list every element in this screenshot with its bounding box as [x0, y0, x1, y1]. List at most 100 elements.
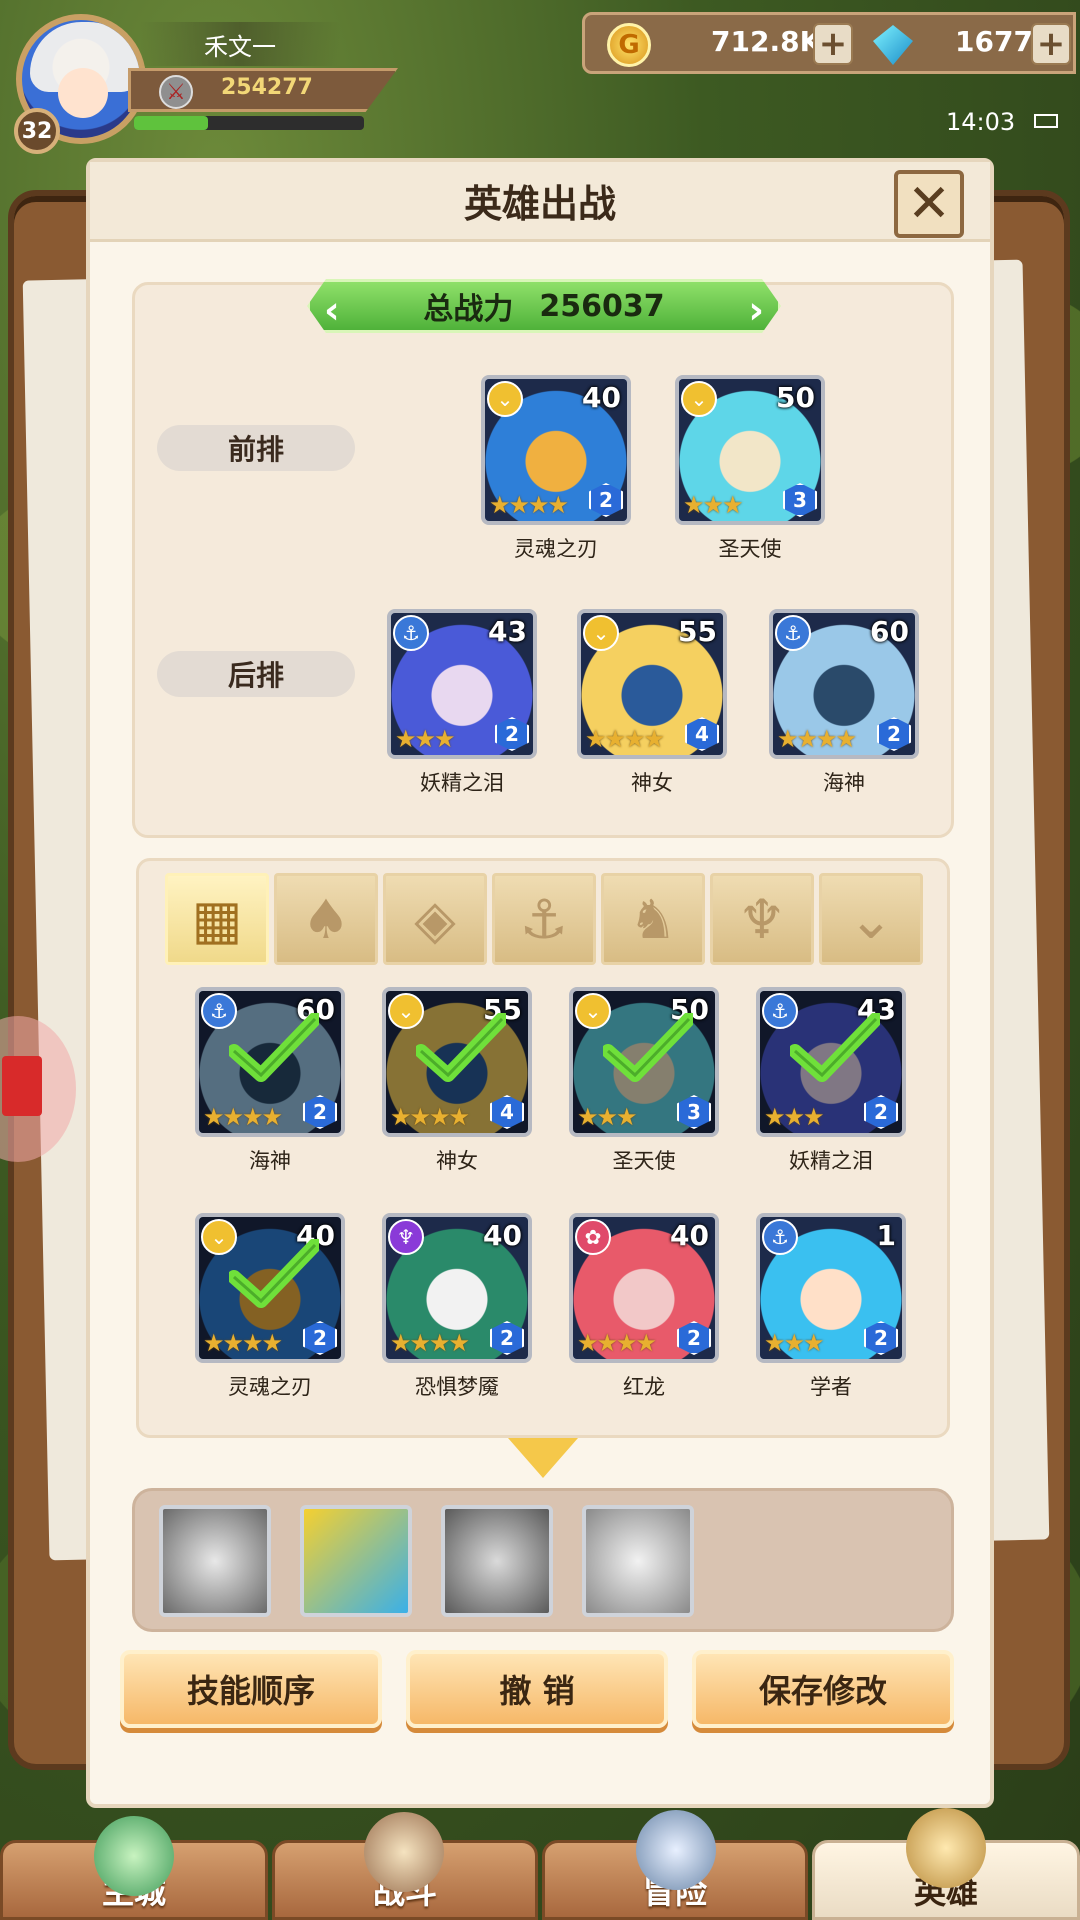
gem-icon — [873, 25, 913, 65]
hero-card[interactable]: ⚓ 60 ★★★★ 2 — [195, 987, 345, 1137]
nature-icon: ♠ — [301, 887, 351, 951]
hero-level: 40 — [670, 1219, 709, 1252]
undo-button[interactable]: 撤 销 — [406, 1650, 668, 1728]
hero-stars: ★★★ — [577, 1103, 638, 1131]
hero-stars: ★★★★ — [390, 1103, 470, 1131]
hero-card[interactable]: ⌄ 50 ★★★ 3 — [569, 987, 719, 1137]
filter-tab-beast[interactable]: ♞ — [601, 873, 705, 965]
hero-card[interactable]: ♆ 40 ★★★★ 2 — [382, 1213, 532, 1363]
hero-roster-panel: ▦ ♠ ◈ ⚓ ♞ ♆ ⌄ ⚓ 60 ★★★★ 2 海神 ⌄ 55 ★★★★ 4 神女 ⌄ 50… — [136, 858, 950, 1438]
hero-name: 灵魂之刃 — [228, 1375, 312, 1399]
anchor-class-icon: ⚓ — [775, 615, 811, 651]
hero-stars: ★★★ — [764, 1329, 825, 1357]
player-level-badge: 32 — [14, 108, 60, 154]
filter-tab-nature[interactable]: ♠ — [274, 873, 378, 965]
skill-order-panel — [132, 1488, 954, 1632]
skill-1-icon[interactable] — [159, 1505, 271, 1617]
hero-level: 40 — [582, 381, 621, 414]
player-name: 禾文一 — [140, 22, 340, 66]
hero-stars: ★★★ — [395, 725, 456, 753]
hero-name: 妖精之泪 — [789, 1149, 873, 1173]
all-icon: ▦ — [191, 887, 243, 951]
diamond-icon: ◈ — [414, 887, 456, 951]
hero-stars: ★★★★ — [585, 725, 665, 753]
hero-name: 海神 — [249, 1149, 291, 1173]
checkmark-icon — [790, 1013, 880, 1082]
hero-stars: ★★★★ — [577, 1329, 657, 1357]
exp-bar-fill — [134, 116, 208, 130]
total-power-banner: ‹ 总战力 256037 › — [307, 279, 781, 333]
hero-stars: ★★★★ — [390, 1329, 470, 1357]
filter-tab-diamond[interactable]: ◈ — [383, 873, 487, 965]
hero-deploy-dialog: 英雄出战 ✕ ‹ 总战力 256037 › 前排 后排 ⌄ 40 ★★★★ 2 灵… — [86, 158, 994, 1808]
shield-class-icon: ⌄ — [681, 381, 717, 417]
front-row-label: 前排 — [157, 425, 355, 471]
crossed-swords-icon: ⚔ — [159, 75, 193, 109]
hero-stars: ★★★ — [764, 1103, 825, 1131]
heroes-helmet-icon — [906, 1808, 986, 1888]
anchor-icon: ⚓ — [519, 887, 569, 951]
horn-icon: ♆ — [737, 887, 787, 951]
total-power-label: 总战力 — [423, 292, 514, 327]
beast-icon: ♞ — [628, 887, 678, 951]
hero-level: 60 — [870, 615, 909, 648]
skill-3-icon[interactable] — [441, 1505, 553, 1617]
formation-panel: ‹ 总战力 256037 › 前排 后排 ⌄ 40 ★★★★ 2 灵魂之刃 ⌄ 5… — [132, 279, 954, 838]
gold-coin-icon: G — [607, 23, 651, 67]
player-power-plate: ⚔ 254277 — [128, 68, 398, 112]
add-gold-button[interactable]: + — [813, 23, 853, 65]
hero-level: 50 — [776, 381, 815, 414]
red-ribbon-icon — [2, 1056, 42, 1116]
hero-name: 神女 — [631, 771, 673, 795]
filter-tab-anchor[interactable]: ⚓ — [492, 873, 596, 965]
hero-card[interactable]: ⚓ 1 ★★★ 2 — [756, 1213, 906, 1363]
hero-card[interactable]: ⚓ 43 ★★★ 2 — [387, 609, 537, 759]
face-icon — [58, 68, 108, 118]
hero-level: 55 — [678, 615, 717, 648]
hero-card[interactable]: ✿ 40 ★★★★ 2 — [569, 1213, 719, 1363]
skill-4-icon[interactable] — [582, 1505, 694, 1617]
shield-class-icon: ⌄ — [487, 381, 523, 417]
chevron-left-icon[interactable]: ‹ — [324, 288, 340, 332]
filter-tab-shield[interactable]: ⌄ — [819, 873, 923, 965]
save-changes-button[interactable]: 保存修改 — [692, 1650, 954, 1728]
flame-class-icon: ✿ — [575, 1219, 611, 1255]
skill-order-button[interactable]: 技能顺序 — [120, 1650, 382, 1728]
total-power-value: 256037 — [539, 288, 665, 324]
close-button[interactable]: ✕ — [894, 170, 964, 238]
chevron-right-icon[interactable]: › — [748, 288, 764, 332]
hero-stars: ★★★ — [683, 491, 744, 519]
hero-card[interactable]: ⚓ 60 ★★★★ 2 — [769, 609, 919, 759]
hero-name: 神女 — [436, 1149, 478, 1173]
filter-tab-all[interactable]: ▦ — [165, 873, 269, 965]
hero-card[interactable]: ⌄ 50 ★★★ 3 — [675, 375, 825, 525]
hero-card[interactable]: ⌄ 55 ★★★★ 4 — [577, 609, 727, 759]
filter-tab-horn[interactable]: ♆ — [710, 873, 814, 965]
hero-name: 圣天使 — [612, 1149, 676, 1173]
hero-card[interactable]: ⌄ 55 ★★★★ 4 — [382, 987, 532, 1137]
checkmark-icon — [416, 1013, 506, 1082]
gold-amount: 712.8K — [711, 25, 822, 58]
battle-swords-icon — [364, 1812, 444, 1892]
hero-card[interactable]: ⌄ 40 ★★★★ 2 — [195, 1213, 345, 1363]
shield-class-icon: ⌄ — [583, 615, 619, 651]
hero-level: 1 — [876, 1219, 896, 1252]
anchor-class-icon: ⚓ — [393, 615, 429, 651]
dialog-title: 英雄出战 — [90, 162, 990, 242]
hero-name: 红龙 — [623, 1375, 665, 1399]
back-row-label: 后排 — [157, 651, 355, 697]
checkmark-icon — [603, 1013, 693, 1082]
adventure-ship-icon — [636, 1810, 716, 1890]
clock: 14:03 — [946, 108, 1016, 136]
checkmark-icon — [229, 1013, 319, 1082]
hero-card[interactable]: ⚓ 43 ★★★ 2 — [756, 987, 906, 1137]
hero-name: 恐惧梦魇 — [415, 1375, 499, 1399]
hero-name: 圣天使 — [718, 537, 782, 561]
hero-name: 学者 — [810, 1375, 852, 1399]
add-gems-button[interactable]: + — [1031, 23, 1071, 65]
hero-card[interactable]: ⌄ 40 ★★★★ 2 — [481, 375, 631, 525]
battery-icon — [1034, 114, 1058, 128]
skill-2-icon[interactable] — [300, 1505, 412, 1617]
scroll-down-arrow-icon[interactable] — [508, 1438, 578, 1478]
hero-name: 灵魂之刃 — [514, 537, 598, 561]
